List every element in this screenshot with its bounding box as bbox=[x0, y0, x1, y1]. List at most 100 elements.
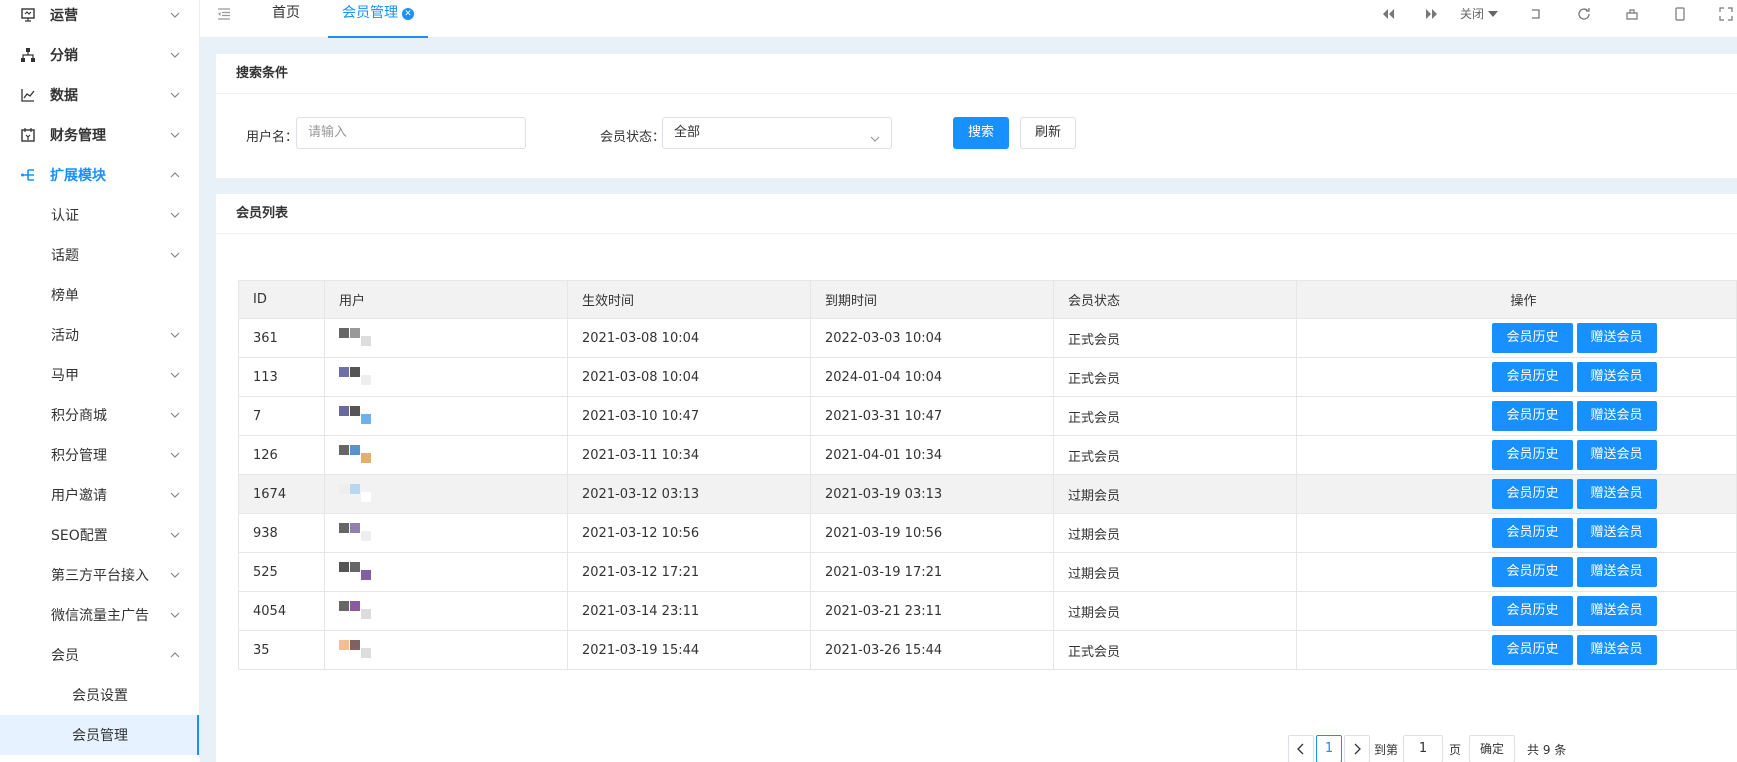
sidebar-item-label: 财务管理 bbox=[50, 128, 106, 144]
username-label: 用户名： bbox=[246, 130, 299, 145]
main-content: 搜索条件 用户名： 请输入 会员状态： 全部 搜索 刷新 会员列表 ID 用户 生效… bbox=[200, 38, 1737, 762]
chevron-down-icon bbox=[169, 609, 181, 621]
cell-start-time: 2021-03-08 10:04 bbox=[567, 357, 811, 397]
prev-page-button[interactable] bbox=[1288, 735, 1314, 762]
cell-start-time: 2021-03-12 10:56 bbox=[567, 513, 811, 553]
sidebar-item[interactable]: 会员管理 bbox=[0, 715, 199, 755]
status-select-value: 全部 bbox=[674, 125, 701, 140]
member-history-button[interactable]: 会员历史 bbox=[1492, 323, 1573, 353]
refresh-icon[interactable] bbox=[1576, 6, 1592, 22]
gift-member-button[interactable]: 赠送会员 bbox=[1576, 362, 1657, 392]
sidebar-item[interactable]: 财务管理 bbox=[0, 115, 199, 155]
sidebar-item[interactable]: 会员 bbox=[0, 635, 199, 675]
column-header: 会员状态 bbox=[1053, 280, 1297, 319]
chevron-down-icon bbox=[169, 209, 181, 221]
gift-member-button[interactable]: 赠送会员 bbox=[1576, 596, 1657, 626]
member-history-button[interactable]: 会员历史 bbox=[1492, 518, 1573, 548]
cell-start-time: 2021-03-14 23:11 bbox=[567, 591, 811, 631]
avatar[interactable] bbox=[339, 519, 399, 547]
sidebar-item[interactable]: 分销 bbox=[0, 35, 199, 75]
sidebar-item[interactable]: 积分商城 bbox=[0, 395, 199, 435]
fullscreen-icon[interactable] bbox=[1718, 6, 1734, 22]
caret-down-icon bbox=[1488, 11, 1499, 17]
extension-icon bbox=[20, 167, 36, 183]
sidebar: 运营分销数据财务管理扩展模块 认证 话题 榜单 活动 马甲 积分商城 积分管理 用户邀请 SEO配… bbox=[0, 0, 200, 757]
avatar[interactable] bbox=[339, 402, 399, 430]
mobile-icon[interactable] bbox=[1672, 6, 1688, 22]
member-list-card: 会员列表 ID 用户 生效时间 到期时间 会员状态 操作 361 2021-03-08 1… bbox=[216, 194, 1737, 762]
fold-menu-icon[interactable] bbox=[216, 6, 232, 22]
cell-start-time: 2021-03-11 10:34 bbox=[567, 435, 811, 475]
next-page-button[interactable] bbox=[1344, 735, 1370, 762]
member-history-button[interactable]: 会员历史 bbox=[1492, 635, 1573, 665]
scroll-left-icon[interactable] bbox=[1380, 6, 1396, 22]
monitor-icon bbox=[20, 7, 36, 23]
cell-status: 过期会员 bbox=[1053, 513, 1297, 553]
gift-member-button[interactable]: 赠送会员 bbox=[1576, 518, 1657, 548]
table-header-row: ID 用户 生效时间 到期时间 会员状态 操作 bbox=[238, 280, 1737, 319]
close-tabs-dropdown[interactable]: 关闭 bbox=[1460, 5, 1499, 22]
chevron-down-icon bbox=[169, 249, 181, 261]
scroll-right-icon[interactable] bbox=[1424, 6, 1440, 22]
member-history-button[interactable]: 会员历史 bbox=[1492, 401, 1573, 431]
cell-actions: 会员历史 赠送会员 bbox=[1296, 474, 1737, 514]
sidebar-item[interactable]: 运营 bbox=[0, 0, 199, 35]
sidebar-item[interactable]: 用户邀请 bbox=[0, 475, 199, 515]
sidebar-item[interactable]: 扩展模块 bbox=[0, 155, 199, 195]
gift-member-button[interactable]: 赠送会员 bbox=[1576, 479, 1657, 509]
tab-home[interactable]: 首页 bbox=[262, 0, 310, 38]
gift-member-button[interactable]: 赠送会员 bbox=[1576, 635, 1657, 665]
avatar[interactable] bbox=[339, 636, 399, 664]
cell-id: 113 bbox=[238, 357, 325, 397]
avatar[interactable] bbox=[339, 480, 399, 508]
table-row: 938 2021-03-12 10:56 2021-03-19 10:56 过期… bbox=[238, 513, 1737, 553]
avatar[interactable] bbox=[339, 597, 399, 625]
sidebar-item[interactable]: 话题 bbox=[0, 235, 199, 275]
member-history-button[interactable]: 会员历史 bbox=[1492, 362, 1573, 392]
sidebar-item[interactable]: 第三方平台接入 bbox=[0, 555, 199, 595]
member-history-button[interactable]: 会员历史 bbox=[1492, 557, 1573, 587]
page-number-button[interactable]: 1 bbox=[1316, 735, 1342, 762]
chevron-down-icon bbox=[169, 49, 181, 61]
tab-close-icon[interactable]: ✕ bbox=[402, 8, 414, 20]
gift-member-button[interactable]: 赠送会员 bbox=[1576, 401, 1657, 431]
column-header: ID bbox=[238, 280, 325, 319]
sidebar-item[interactable]: 马甲 bbox=[0, 355, 199, 395]
sidebar-item-label: 会员设置 bbox=[72, 688, 128, 704]
gift-member-button[interactable]: 赠送会员 bbox=[1576, 323, 1657, 353]
search-button[interactable]: 搜索 bbox=[953, 117, 1010, 149]
avatar[interactable] bbox=[339, 324, 399, 352]
username-input[interactable]: 请输入 bbox=[296, 117, 526, 149]
member-history-button[interactable]: 会员历史 bbox=[1492, 479, 1573, 509]
avatar[interactable] bbox=[339, 363, 399, 391]
gift-member-button[interactable]: 赠送会员 bbox=[1576, 557, 1657, 587]
clear-cache-icon[interactable] bbox=[1624, 6, 1640, 22]
member-history-button[interactable]: 会员历史 bbox=[1492, 596, 1573, 626]
sidebar-item[interactable]: 数据 bbox=[0, 75, 199, 115]
goto-page-input[interactable]: 1 bbox=[1403, 735, 1443, 762]
avatar[interactable] bbox=[339, 441, 399, 469]
sidebar-item[interactable]: 微信流量主广告 bbox=[0, 595, 199, 635]
back-icon[interactable] bbox=[1528, 6, 1544, 22]
sitemap-icon bbox=[20, 47, 36, 63]
goto-confirm-button[interactable]: 确定 bbox=[1469, 735, 1516, 762]
sidebar-item[interactable]: SEO配置 bbox=[0, 515, 199, 555]
cell-user bbox=[324, 435, 568, 475]
sidebar-item[interactable]: 榜单 bbox=[0, 275, 199, 315]
tab-member-management[interactable]: 会员管理 ✕ bbox=[328, 0, 428, 38]
sidebar-item[interactable]: 积分管理 bbox=[0, 435, 199, 475]
cell-start-time: 2021-03-08 10:04 bbox=[567, 318, 811, 358]
chevron-up-icon bbox=[169, 169, 181, 181]
sidebar-item[interactable]: 认证 bbox=[0, 195, 199, 235]
sidebar-item-label: 分销 bbox=[50, 48, 78, 64]
cell-actions: 会员历史 赠送会员 bbox=[1296, 591, 1737, 631]
search-card-title: 搜索条件 bbox=[216, 54, 1737, 94]
member-history-button[interactable]: 会员历史 bbox=[1492, 440, 1573, 470]
sidebar-item[interactable]: 活动 bbox=[0, 315, 199, 355]
sidebar-item[interactable]: 会员设置 bbox=[0, 675, 199, 715]
table-row: 525 2021-03-12 17:21 2021-03-19 17:21 过期… bbox=[238, 552, 1737, 592]
avatar[interactable] bbox=[339, 558, 399, 586]
status-select[interactable]: 全部 bbox=[662, 117, 892, 149]
gift-member-button[interactable]: 赠送会员 bbox=[1576, 440, 1657, 470]
refresh-button[interactable]: 刷新 bbox=[1020, 117, 1077, 149]
